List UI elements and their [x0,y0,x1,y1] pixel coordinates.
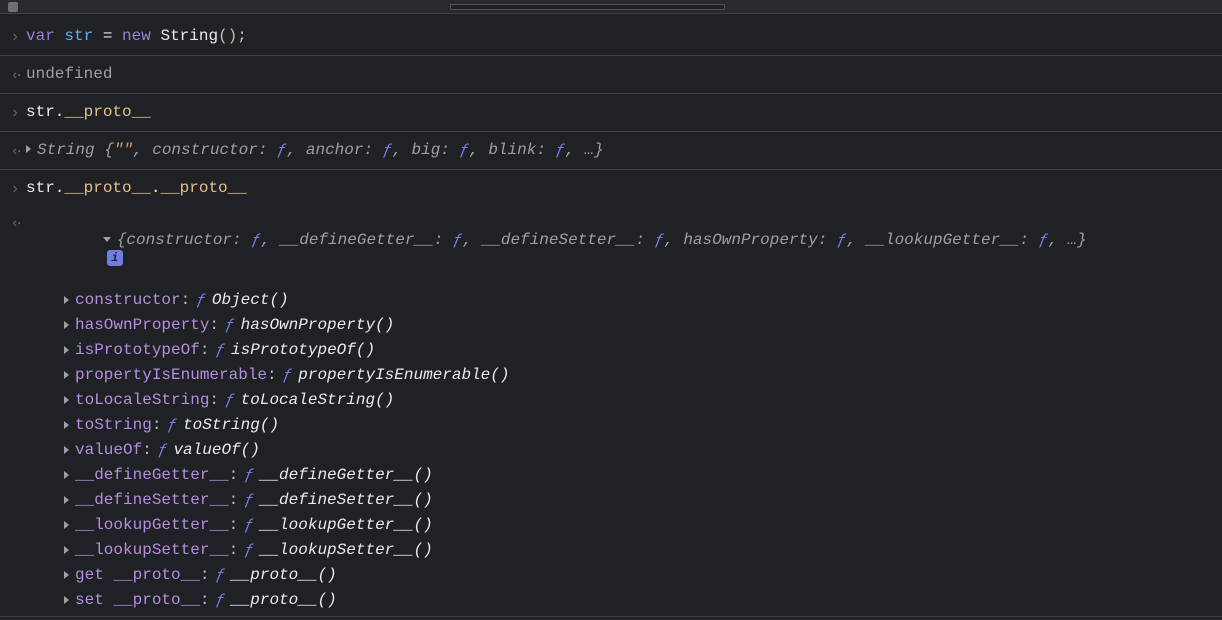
expand-triangle-icon[interactable] [64,296,69,304]
property-value: toLocaleString() [241,391,395,409]
property-row[interactable]: toLocaleString:ƒtoLocaleString() [64,387,1218,412]
toolbar-searchbox[interactable] [450,4,725,10]
console-input-row[interactable]: var str = new String(); [0,18,1222,56]
property-value: isPrototypeOf() [231,341,375,359]
object-summary[interactable]: {constructor: ƒ, __defineGetter__: ƒ, __… [26,213,1218,285]
property-key: __lookupGetter__ [75,516,229,534]
expand-triangle-icon[interactable] [64,496,69,504]
property-row[interactable]: toString:ƒtoString() [64,412,1218,437]
console-input-text: str.__proto__ [26,100,1218,124]
property-row[interactable]: hasOwnProperty:ƒhasOwnProperty() [64,312,1218,337]
property-value: __lookupGetter__() [260,516,433,534]
expand-triangle-icon[interactable] [64,321,69,329]
property-row[interactable]: isPrototypeOf:ƒisPrototypeOf() [64,337,1218,362]
output-chevron-icon [4,138,26,163]
console-panel: var str = new String(); undefined str.__… [0,14,1222,617]
property-value: hasOwnProperty() [241,316,395,334]
expand-triangle-icon[interactable] [64,371,69,379]
property-row[interactable]: __defineSetter__:ƒ__defineSetter__() [64,487,1218,512]
expand-triangle-icon[interactable] [64,571,69,579]
property-row[interactable]: set __proto__:ƒ__proto__() [64,587,1218,612]
function-symbol: ƒ [283,366,293,384]
property-value: __defineGetter__() [260,466,433,484]
function-symbol: ƒ [244,516,254,534]
function-symbol: ƒ [196,291,206,309]
function-symbol: ƒ [158,441,168,459]
property-key: get __proto__ [75,566,200,584]
property-row[interactable]: __defineGetter__:ƒ__defineGetter__() [64,462,1218,487]
expand-triangle-icon[interactable] [64,346,69,354]
property-key: __defineSetter__ [75,491,229,509]
output-chevron-icon [4,213,26,232]
property-list: constructor:ƒObject()hasOwnProperty:ƒhas… [4,287,1218,612]
expand-triangle-icon[interactable] [64,446,69,454]
property-row[interactable]: valueOf:ƒvalueOf() [64,437,1218,462]
property-row[interactable]: __lookupSetter__:ƒ__lookupSetter__() [64,537,1218,562]
function-symbol: ƒ [244,541,254,559]
property-value: __proto__() [231,591,337,609]
info-badge-icon[interactable]: i [107,250,123,266]
inspect-icon[interactable] [8,2,18,12]
property-key: toLocaleString [75,391,209,409]
console-output-row[interactable]: String {"", constructor: ƒ, anchor: ƒ, b… [0,132,1222,170]
property-row[interactable]: __lookupGetter__:ƒ__lookupGetter__() [64,512,1218,537]
property-key: __lookupSetter__ [75,541,229,559]
function-symbol: ƒ [244,466,254,484]
expand-triangle-icon[interactable] [64,421,69,429]
input-chevron-icon [4,24,26,49]
property-key: set __proto__ [75,591,200,609]
console-output-expanded: {constructor: ƒ, __defineGetter__: ƒ, __… [0,207,1222,617]
function-symbol: ƒ [225,391,235,409]
input-chevron-icon [4,176,26,201]
property-value: toString() [183,416,279,434]
collapse-triangle-icon[interactable] [103,237,111,242]
function-symbol: ƒ [244,491,254,509]
object-summary[interactable]: String {"", constructor: ƒ, anchor: ƒ, b… [26,138,1218,162]
console-input-text: str.__proto__.__proto__ [26,176,1218,200]
input-chevron-icon [4,100,26,125]
expand-triangle-icon[interactable] [64,546,69,554]
expand-triangle-icon[interactable] [26,145,31,153]
property-row[interactable]: constructor:ƒObject() [64,287,1218,312]
property-value: propertyIsEnumerable() [298,366,509,384]
function-symbol: ƒ [215,566,225,584]
property-value: __proto__() [231,566,337,584]
property-key: constructor [75,291,181,309]
function-symbol: ƒ [215,341,225,359]
expand-triangle-icon[interactable] [64,396,69,404]
expand-triangle-icon[interactable] [64,471,69,479]
output-chevron-icon [4,62,26,87]
console-output-row: undefined [0,56,1222,94]
console-input-row[interactable]: str.__proto__ [0,94,1222,132]
expand-triangle-icon[interactable] [64,521,69,529]
property-key: valueOf [75,441,142,459]
console-input-row[interactable]: str.__proto__.__proto__ [0,170,1222,207]
property-value: __defineSetter__() [260,491,433,509]
property-value: __lookupSetter__() [260,541,433,559]
function-symbol: ƒ [167,416,177,434]
property-key: toString [75,416,152,434]
console-input-text: var str = new String(); [26,24,1218,48]
property-row[interactable]: get __proto__:ƒ__proto__() [64,562,1218,587]
property-value: valueOf() [173,441,259,459]
property-row[interactable]: propertyIsEnumerable:ƒpropertyIsEnumerab… [64,362,1218,387]
property-key: propertyIsEnumerable [75,366,267,384]
property-key: isPrototypeOf [75,341,200,359]
function-symbol: ƒ [225,316,235,334]
undefined-value: undefined [26,65,112,83]
property-value: Object() [212,291,289,309]
function-symbol: ƒ [215,591,225,609]
property-key: hasOwnProperty [75,316,209,334]
devtools-toolbar [0,0,1222,14]
expand-triangle-icon[interactable] [64,596,69,604]
property-key: __defineGetter__ [75,466,229,484]
